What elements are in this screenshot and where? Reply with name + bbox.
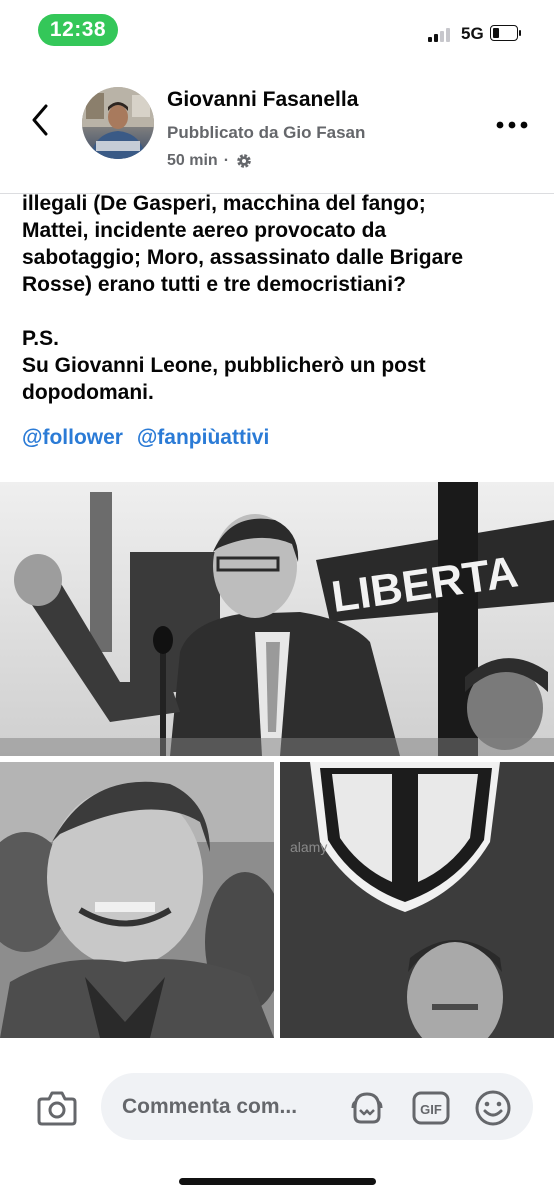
chevron-left-icon (32, 104, 48, 136)
post-photo-left[interactable] (0, 762, 274, 1038)
emoji-icon (475, 1090, 511, 1126)
post-time: 50 min (167, 152, 218, 169)
post-header: Giovanni Fasanella Pubblicato da Gio Fas… (0, 60, 554, 194)
comment-input[interactable]: Commenta com... GIF (101, 1073, 533, 1140)
post-line: Rosse) erano tutti e tre democristiani? (22, 273, 406, 296)
post-body: illegali (De Gasperi, macchina del fango… (22, 190, 542, 451)
tag-link[interactable]: @follower (22, 426, 123, 449)
post-line: Mattei, incidente aereo provocato da (22, 219, 387, 242)
avatar-sticker-icon (351, 1092, 383, 1124)
author-name[interactable]: Giovanni Fasanella (167, 88, 358, 112)
post-tags: @follower @fanpiùattivi (22, 424, 542, 451)
comment-bar: Commenta com... GIF (0, 1060, 554, 1200)
post-line: sabotaggio; Moro, assassinato dalle Brig… (22, 246, 464, 269)
battery-icon (490, 25, 522, 41)
post-meta: 50 min · (167, 152, 253, 170)
status-bar: 12:38 5G (0, 0, 554, 60)
home-indicator (179, 1178, 376, 1185)
status-time: 12:38 (38, 14, 118, 46)
gif-label: GIF (420, 1102, 442, 1117)
tag-link[interactable]: @fanpiùattivi (137, 426, 269, 449)
comment-placeholder: Commenta com... (122, 1095, 298, 1118)
meta-separator: · (223, 152, 230, 169)
post-photo-main[interactable]: LIBERTA (0, 482, 554, 756)
gif-button[interactable]: GIF (411, 1088, 451, 1128)
watermark-text: alamy (290, 839, 327, 855)
published-by[interactable]: Pubblicato da Gio Fasan (167, 123, 365, 143)
avatar-sticker-button[interactable] (347, 1088, 387, 1128)
post-line: illegali (De Gasperi, macchina del fango… (22, 192, 426, 215)
ps-line: dopodomani. (22, 381, 154, 404)
gif-icon: GIF (412, 1091, 450, 1125)
gear-icon (237, 154, 251, 168)
more-horizontal-icon (496, 121, 528, 129)
ps-line: Su Giovanni Leone, pubblicherò un post (22, 354, 426, 377)
network-type: 5G (461, 24, 484, 43)
ps-label: P.S. (22, 327, 59, 350)
avatar[interactable] (82, 87, 154, 159)
camera-icon (37, 1091, 77, 1126)
signal-icon (428, 26, 456, 42)
emoji-button[interactable] (473, 1088, 513, 1128)
post-photo-right[interactable]: alamy alamy (280, 762, 554, 1038)
back-button[interactable] (26, 100, 54, 140)
more-options-button[interactable] (494, 118, 530, 130)
camera-button[interactable] (36, 1088, 78, 1128)
